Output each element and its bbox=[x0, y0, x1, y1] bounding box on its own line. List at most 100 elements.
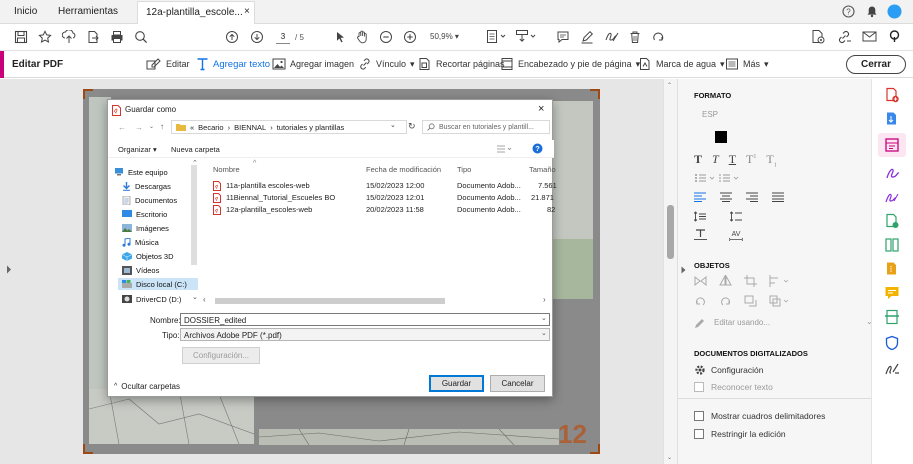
help-icon[interactable]: ? bbox=[532, 143, 543, 154]
column-header-name[interactable]: Nombre bbox=[213, 165, 240, 174]
breadcrumb-item[interactable]: Becario bbox=[198, 123, 223, 132]
nav-item-documentos[interactable]: Documentos bbox=[122, 194, 198, 206]
request-signature-icon[interactable] bbox=[884, 189, 900, 205]
crop-object-icon[interactable] bbox=[744, 275, 757, 287]
create-pdf-icon[interactable] bbox=[884, 87, 900, 103]
bold-text-icon[interactable]: T bbox=[694, 152, 702, 166]
align-objects-icon[interactable] bbox=[769, 275, 791, 287]
add-text-button[interactable]: Agregar texto bbox=[196, 57, 270, 71]
numbered-list-icon[interactable] bbox=[718, 173, 740, 183]
scroll-up-arrow[interactable]: ⌃ bbox=[667, 82, 672, 89]
watermark-button[interactable]: Marca de agua ▾ bbox=[638, 57, 725, 71]
hscroll-thumb[interactable] bbox=[215, 298, 445, 304]
crop-pages-button[interactable]: Recortar páginas bbox=[418, 57, 505, 71]
breadcrumb-item[interactable]: tutoriales y plantillas bbox=[277, 123, 345, 132]
combine-files-icon[interactable] bbox=[884, 213, 900, 229]
save-icon[interactable] bbox=[14, 30, 28, 44]
nav-item-imagenes[interactable]: Imágenes bbox=[122, 222, 198, 234]
filename-input[interactable]: DOSSIER_edited ⌄ bbox=[180, 313, 550, 326]
nav-item-videos[interactable]: Vídeos bbox=[122, 264, 198, 276]
nav-item-este-equipo[interactable]: Este equipo bbox=[114, 166, 190, 178]
export-file-icon[interactable] bbox=[86, 30, 100, 44]
sign-icon[interactable] bbox=[604, 30, 620, 44]
restrict-editing-option[interactable]: Restringir la edición bbox=[694, 428, 864, 440]
subscript-icon[interactable]: T1 bbox=[766, 152, 776, 168]
dialog-close-button[interactable]: × bbox=[538, 103, 544, 115]
paragraph-spacing-icon[interactable] bbox=[730, 211, 742, 222]
column-header-type[interactable]: Tipo bbox=[457, 165, 471, 174]
upload-icon[interactable] bbox=[62, 30, 76, 44]
fit-page-icon[interactable] bbox=[486, 29, 508, 44]
page-number-input[interactable]: 3 bbox=[276, 32, 290, 44]
scroll-down-arrow[interactable]: ⌄ bbox=[667, 454, 672, 461]
rotate-icon[interactable] bbox=[651, 30, 665, 44]
comment-icon[interactable] bbox=[556, 30, 570, 44]
nav-scroll-thumb[interactable] bbox=[191, 165, 197, 265]
select-cursor-icon[interactable] bbox=[333, 30, 347, 44]
nav-item-objetos-3d[interactable]: Objetos 3D bbox=[122, 250, 198, 262]
add-image-button[interactable]: Agregar imagen bbox=[272, 57, 354, 71]
user-account-icon[interactable] bbox=[887, 29, 902, 44]
email-icon[interactable] bbox=[862, 30, 877, 43]
edit-button[interactable]: Editar bbox=[146, 57, 190, 71]
expand-left-pane-icon[interactable] bbox=[6, 265, 12, 274]
scroll-mode-icon[interactable] bbox=[515, 29, 537, 44]
help-icon[interactable]: ? bbox=[842, 5, 855, 18]
delete-icon[interactable] bbox=[628, 30, 642, 44]
recognize-text-checkbox[interactable] bbox=[694, 382, 704, 392]
scan-ocr-icon[interactable] bbox=[884, 309, 900, 325]
align-center-icon[interactable] bbox=[720, 192, 732, 202]
compress-pdf-icon[interactable] bbox=[884, 261, 900, 277]
show-bounding-boxes-checkbox[interactable] bbox=[694, 411, 704, 421]
replace-image-icon[interactable] bbox=[744, 295, 757, 307]
export-pdf-icon[interactable] bbox=[884, 111, 900, 127]
nav-item-drivercd[interactable]: DriverCD (D:) bbox=[122, 293, 198, 305]
rotate-right-icon[interactable] bbox=[719, 295, 732, 307]
collapse-panel-icon[interactable] bbox=[681, 266, 686, 274]
tab-home[interactable]: Inicio bbox=[14, 6, 37, 17]
tab-close-button[interactable]: × bbox=[244, 6, 250, 17]
font-name-field[interactable]: ESP bbox=[702, 110, 718, 119]
settings-button[interactable]: Configuración... bbox=[182, 347, 260, 364]
zoom-in-icon[interactable] bbox=[403, 30, 417, 44]
comment-tool-icon[interactable] bbox=[884, 285, 900, 301]
nav-item-musica[interactable]: Música bbox=[122, 236, 198, 248]
header-footer-button[interactable]: Encabezado y pie de página ▾ bbox=[500, 57, 640, 71]
breadcrumb-item[interactable]: BIENNAL bbox=[234, 123, 266, 132]
recent-locations-chevron[interactable]: ⌄ bbox=[149, 123, 154, 130]
hide-folders-toggle[interactable]: ^ Ocultar carpetas bbox=[114, 380, 194, 392]
share-link-icon[interactable] bbox=[836, 29, 852, 45]
tab-document[interactable]: 12a-plantilla_escole... × bbox=[137, 1, 255, 24]
more-tools-icon[interactable] bbox=[884, 361, 900, 377]
fill-sign-icon[interactable] bbox=[884, 165, 900, 181]
flip-horizontal-icon[interactable] bbox=[694, 275, 707, 287]
file-row[interactable]: 11a-plantilla escoles-web 15/02/2023 12:… bbox=[213, 181, 557, 192]
hscroll-left-arrow[interactable]: ‹ bbox=[203, 295, 206, 304]
align-left-icon[interactable] bbox=[694, 192, 706, 202]
zoom-out-icon[interactable] bbox=[379, 30, 393, 44]
nav-item-disco-local[interactable]: Disco local (C:) bbox=[118, 278, 198, 290]
file-row[interactable]: 12a-plantilla_escoles-web 20/02/2023 11:… bbox=[213, 205, 555, 216]
address-bar[interactable]: « Becario › BIENNAL › tutoriales y plant… bbox=[171, 120, 407, 134]
scroll-thumb[interactable] bbox=[667, 205, 674, 259]
nav-item-escritorio[interactable]: Escritorio bbox=[122, 208, 198, 220]
column-header-modified[interactable]: Fecha de modificación bbox=[366, 165, 441, 174]
nav-scroll-down-arrow[interactable]: ⌄ bbox=[192, 293, 198, 301]
rotate-left-icon[interactable] bbox=[694, 295, 707, 307]
bell-icon[interactable] bbox=[866, 5, 878, 18]
show-bounding-boxes-option[interactable]: Mostrar cuadros delimitadores bbox=[694, 410, 864, 422]
up-folder-arrow-icon[interactable]: ↑ bbox=[160, 122, 164, 131]
organize-pages-icon[interactable] bbox=[884, 237, 900, 253]
line-spacing-icon[interactable] bbox=[694, 211, 706, 222]
file-row[interactable]: 11Biennal_Tutorial_Escueles BO 15/02/202… bbox=[213, 193, 554, 204]
arrange-objects-icon[interactable] bbox=[769, 295, 791, 307]
print-icon[interactable] bbox=[110, 30, 124, 44]
more-button[interactable]: Más ▾ bbox=[725, 57, 769, 71]
zoom-level-select[interactable]: 50,9% ▾ bbox=[430, 32, 476, 45]
link-button[interactable]: Vínculo ▾ bbox=[358, 57, 415, 71]
nav-scroll-up-arrow[interactable]: ⌃ bbox=[192, 159, 198, 167]
tab-tools[interactable]: Herramientas bbox=[58, 6, 118, 17]
bullet-list-icon[interactable] bbox=[694, 173, 716, 183]
close-edit-button[interactable]: Cerrar bbox=[846, 55, 906, 74]
superscript-icon[interactable]: T1 bbox=[746, 152, 756, 166]
